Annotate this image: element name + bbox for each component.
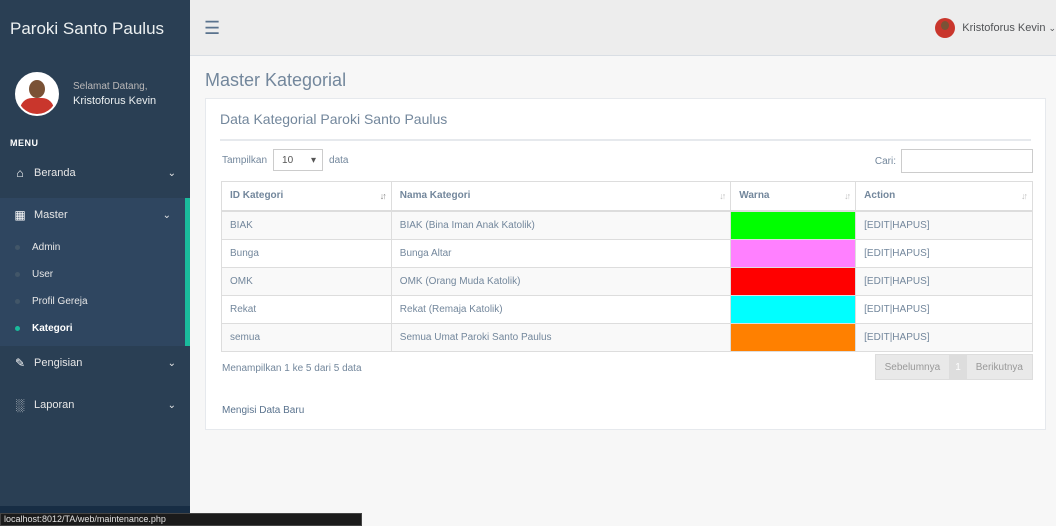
sub-item-admin[interactable]: Admin <box>0 234 185 261</box>
chevron-down-icon: ⌄ <box>167 167 176 179</box>
nav-label: Pengisian <box>34 357 83 369</box>
data-panel: Data Kategorial Paroki Santo Paulus Tamp… <box>205 98 1046 430</box>
caret-down-icon: ▾ <box>311 154 317 166</box>
chevron-down-icon: ⌄ <box>162 209 171 221</box>
cell-color <box>730 322 857 352</box>
divider <box>220 139 1031 141</box>
home-icon: ⌂ <box>16 166 24 180</box>
page-length-control: Tampilkan 10 ▾ data <box>222 149 349 171</box>
length-suffix: data <box>329 154 349 166</box>
page-title: Master Kategorial <box>205 70 347 90</box>
cell-name: Bunga Altar <box>390 238 732 268</box>
sub-item-user[interactable]: User <box>0 261 185 288</box>
search-input[interactable] <box>901 149 1033 173</box>
nav-label: Beranda <box>34 167 76 179</box>
brand-title[interactable]: Paroki Santo Paulus <box>0 0 190 58</box>
cell-color <box>730 210 857 240</box>
page-length-value: 10 <box>282 154 294 166</box>
table-info: Menampilkan 1 ke 5 dari 5 data <box>222 363 362 374</box>
master-submenu: Admin User Profil Gereja Kategori <box>0 232 190 346</box>
page-length-select[interactable]: 10 ▾ <box>273 149 324 171</box>
page-number-button[interactable]: 1 <box>949 355 967 379</box>
status-bar-url: localhost:8012/TA/web/maintenance.php <box>0 513 362 526</box>
nav-item-pengisian[interactable]: ✎ Pengisian ⌄ <box>0 346 190 380</box>
table-row: semua Semua Umat Paroki Santo Paulus [ED… <box>221 322 1033 352</box>
sort-icon: ↓↑ <box>1021 191 1028 201</box>
search-control: Cari: <box>875 149 1033 173</box>
table-row: Bunga Bunga Altar [EDIT|HAPUS] <box>221 238 1033 268</box>
cell-color <box>730 238 857 268</box>
cell-id: Rekat <box>221 294 392 324</box>
menu-toggle-icon[interactable]: ☰ <box>204 19 220 37</box>
nav-label: Laporan <box>34 399 75 411</box>
nav-item-laporan[interactable]: ░ Laporan ⌄ <box>0 388 190 422</box>
color-swatch <box>731 239 856 267</box>
sort-icon: ↓↑ <box>379 191 387 201</box>
prev-button[interactable]: Sebelumnya <box>876 355 950 379</box>
cell-id: Bunga <box>221 238 392 268</box>
color-swatch <box>731 267 856 295</box>
user-menu-name: Kristoforus Kevin <box>962 22 1046 34</box>
panel-title: Data Kategorial Paroki Santo Paulus <box>220 111 448 127</box>
pagination: Sebelumnya 1 Berikutnya <box>874 354 1033 380</box>
nav-label: Master <box>34 209 68 221</box>
edit-delete-link[interactable]: [EDIT|HAPUS] <box>855 266 1033 296</box>
next-button[interactable]: Berikutnya <box>967 355 1032 379</box>
cell-id: semua <box>221 322 392 352</box>
cell-name: Rekat (Remaja Katolik) <box>390 294 732 324</box>
column-header-nama[interactable]: Nama Kategori ↓↑ <box>390 181 732 212</box>
sort-icon: ↓↑ <box>844 191 851 201</box>
menu-title: MENU <box>10 138 39 148</box>
cell-name: Semua Umat Paroki Santo Paulus <box>390 322 732 352</box>
search-label: Cari: <box>874 155 896 167</box>
user-menu[interactable]: Kristoforus Kevin ⌄ <box>935 18 1056 38</box>
nav-item-beranda[interactable]: ⌂ Beranda ⌄ <box>0 156 190 190</box>
chevron-down-icon: ⌄ <box>1048 22 1056 33</box>
avatar <box>935 18 956 38</box>
nav-item-master[interactable]: ▦ Master ⌄ <box>0 198 190 232</box>
add-new-link[interactable]: Mengisi Data Baru <box>222 405 304 416</box>
edit-delete-link[interactable]: [EDIT|HAPUS] <box>855 210 1033 240</box>
sub-item-kategori[interactable]: Kategori <box>0 315 185 342</box>
table-row: BIAK BIAK (Bina Iman Anak Katolik) [EDIT… <box>221 210 1033 240</box>
column-header-id[interactable]: ID Kategori ↓↑ <box>221 181 392 212</box>
length-prefix: Tampilkan <box>222 154 268 166</box>
top-nav: ☰ Kristoforus Kevin ⌄ <box>190 0 1056 56</box>
column-header-action[interactable]: Action ↓↑ <box>855 181 1033 212</box>
color-swatch <box>731 323 856 351</box>
sub-item-profil-gereja[interactable]: Profil Gereja <box>0 288 185 315</box>
edit-icon: ✎ <box>14 356 26 370</box>
cell-color <box>730 294 857 324</box>
column-header-warna[interactable]: Warna ↓↑ <box>730 181 857 212</box>
sidebar: Paroki Santo Paulus Selamat Datang, Kris… <box>0 0 190 526</box>
chevron-down-icon: ⌄ <box>167 357 176 369</box>
cell-name: OMK (Orang Muda Katolik) <box>390 266 732 296</box>
edit-delete-link[interactable]: [EDIT|HAPUS] <box>855 294 1033 324</box>
edit-delete-link[interactable]: [EDIT|HAPUS] <box>855 238 1033 268</box>
welcome-text: Selamat Datang, <box>73 80 148 92</box>
cell-id: OMK <box>221 266 392 296</box>
cell-name: BIAK (Bina Iman Anak Katolik) <box>390 210 732 240</box>
cell-id: BIAK <box>221 210 392 240</box>
table-row: OMK OMK (Orang Muda Katolik) [EDIT|HAPUS… <box>221 266 1033 296</box>
color-swatch <box>731 211 856 239</box>
table-icon: ▦ <box>14 208 26 222</box>
avatar <box>15 72 59 116</box>
color-swatch <box>731 295 856 323</box>
chevron-down-icon: ⌄ <box>167 399 176 411</box>
profile-block: Selamat Datang, Kristoforus Kevin <box>0 58 190 130</box>
kategori-table: ID Kategori ↓↑ Nama Kategori ↓↑ Warna ↓↑ Ac… <box>221 181 1033 352</box>
table-header-row: ID Kategori ↓↑ Nama Kategori ↓↑ Warna ↓↑ Ac… <box>221 181 1033 212</box>
bar-chart-icon: ░ <box>15 398 25 412</box>
sort-icon: ↓↑ <box>719 191 726 201</box>
profile-user-name: Kristoforus Kevin <box>73 94 157 107</box>
edit-delete-link[interactable]: [EDIT|HAPUS] <box>855 322 1033 352</box>
cell-color <box>730 266 857 296</box>
table-row: Rekat Rekat (Remaja Katolik) [EDIT|HAPUS… <box>221 294 1033 324</box>
